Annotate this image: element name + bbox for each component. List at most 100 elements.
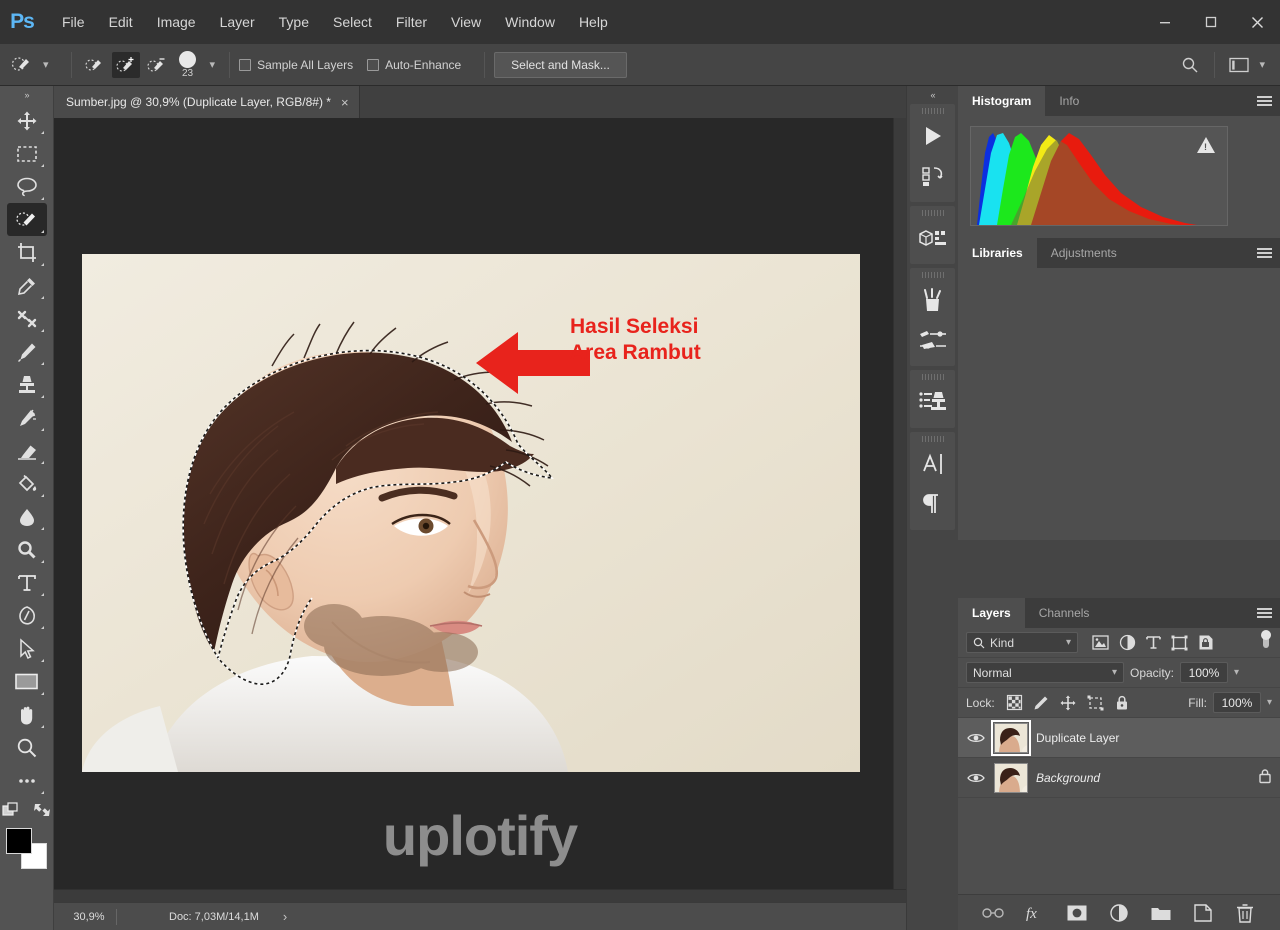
quick-selection-tool[interactable] xyxy=(6,203,47,236)
layer-visibility-toggle[interactable] xyxy=(966,772,986,784)
canvas-area[interactable]: Hasil Seleksi Area Rambut uplotify xyxy=(54,118,906,902)
color-swatches[interactable] xyxy=(5,827,49,871)
filter-adjustment-layers-icon[interactable] xyxy=(1119,634,1136,651)
menu-view[interactable]: View xyxy=(439,10,493,34)
lock-all-icon[interactable] xyxy=(1115,695,1129,711)
filter-smart-object-icon[interactable] xyxy=(1198,634,1214,651)
layer-style-fx-icon[interactable]: fx xyxy=(1024,902,1046,924)
chevron-down-icon[interactable]: ▾ xyxy=(1112,667,1117,678)
tab-adjustments[interactable]: Adjustments xyxy=(1036,238,1131,268)
layer-thumbnail[interactable] xyxy=(991,719,1031,756)
lasso-tool[interactable] xyxy=(7,170,47,203)
strip-collapse-icon[interactable]: « xyxy=(907,86,958,104)
new-adjustment-layer-icon[interactable] xyxy=(1108,902,1130,924)
link-layers-icon[interactable] xyxy=(982,902,1004,924)
delete-layer-icon[interactable] xyxy=(1234,902,1256,924)
panel-menu-icon[interactable] xyxy=(1257,238,1272,268)
tab-layers[interactable]: Layers xyxy=(958,598,1025,628)
histogram-graph[interactable] xyxy=(970,126,1228,226)
menu-edit[interactable]: Edit xyxy=(97,10,145,34)
brush-tool[interactable] xyxy=(7,335,47,368)
zoom-level-field[interactable]: 30,9% xyxy=(54,911,116,923)
workspace-switcher-icon[interactable] xyxy=(1224,51,1254,79)
filter-shape-layers-icon[interactable] xyxy=(1171,635,1188,651)
panel-menu-icon[interactable] xyxy=(1257,86,1272,116)
search-icon[interactable] xyxy=(1175,51,1205,79)
panel-menu-icon[interactable] xyxy=(1257,598,1272,628)
menu-help[interactable]: Help xyxy=(567,10,620,34)
panel-grip[interactable] xyxy=(921,210,944,216)
checkbox-box[interactable] xyxy=(239,58,252,71)
3d-panel-icon[interactable] xyxy=(911,218,955,258)
menu-filter[interactable]: Filter xyxy=(384,10,439,34)
document-tab[interactable]: Sumber.jpg @ 30,9% (Duplicate Layer, RGB… xyxy=(54,86,360,118)
auto-enhance-checkbox[interactable]: Auto-Enhance xyxy=(367,58,461,72)
blend-mode-select[interactable]: Normal ▾ xyxy=(966,662,1124,683)
layer-thumbnail[interactable] xyxy=(994,762,1028,793)
new-group-icon[interactable] xyxy=(1150,902,1172,924)
filter-pixel-layers-icon[interactable] xyxy=(1092,635,1109,650)
foreground-color-swatch[interactable] xyxy=(5,828,32,854)
checkbox-box[interactable] xyxy=(367,58,380,71)
brush-size-picker[interactable]: 23 xyxy=(171,50,205,79)
tab-libraries[interactable]: Libraries xyxy=(958,238,1037,268)
edit-toolbar-button[interactable] xyxy=(7,764,47,797)
opacity-value-field[interactable]: 100% xyxy=(1180,662,1229,683)
brush-presets-icon[interactable] xyxy=(911,280,955,320)
new-layer-icon[interactable] xyxy=(1192,902,1214,924)
table-row[interactable]: Duplicate Layer xyxy=(958,718,1280,758)
tab-channels[interactable]: Channels xyxy=(1024,598,1104,628)
tool-presets-icon[interactable] xyxy=(911,382,955,422)
cached-data-warning-icon[interactable] xyxy=(1197,137,1215,153)
rectangle-tool[interactable] xyxy=(7,665,47,698)
add-to-selection-mode[interactable] xyxy=(111,51,140,78)
maximize-icon[interactable] xyxy=(1188,0,1234,44)
libraries-panel-body[interactable] xyxy=(958,268,1280,540)
gradient-tool[interactable] xyxy=(7,467,47,500)
layer-visibility-toggle[interactable] xyxy=(966,732,986,744)
layer-filter-kind-select[interactable]: Kind ▾ xyxy=(966,632,1078,653)
pen-tool[interactable] xyxy=(7,599,47,632)
quick-mask-icon[interactable] xyxy=(1,801,22,819)
new-selection-mode[interactable] xyxy=(81,52,109,78)
blur-tool[interactable] xyxy=(7,500,47,533)
panel-grip[interactable] xyxy=(921,272,944,278)
sample-all-layers-checkbox[interactable]: Sample All Layers xyxy=(239,58,353,72)
crop-tool[interactable] xyxy=(7,236,47,269)
menu-layer[interactable]: Layer xyxy=(208,10,267,34)
close-icon[interactable]: × xyxy=(341,95,349,110)
panel-grip[interactable] xyxy=(921,436,944,442)
brush-picker-chevron-down-icon[interactable]: ▾ xyxy=(205,58,221,71)
tool-preset-picker[interactable]: ▾ xyxy=(10,54,62,76)
status-expand-icon[interactable]: › xyxy=(283,909,287,924)
panel-grip[interactable] xyxy=(921,374,944,380)
select-and-mask-button[interactable]: Select and Mask... xyxy=(494,51,627,78)
opacity-chevron-down-icon[interactable]: ▾ xyxy=(1234,667,1239,678)
chevron-down-icon[interactable]: ▾ xyxy=(1066,637,1071,648)
close-icon[interactable] xyxy=(1234,0,1280,44)
filter-toggle-switch[interactable] xyxy=(1260,630,1272,655)
table-row[interactable]: Background xyxy=(958,758,1280,798)
toolbar-expand-icon[interactable]: » xyxy=(0,86,54,104)
history-states-icon[interactable] xyxy=(911,156,955,196)
spot-healing-brush-tool[interactable] xyxy=(7,302,47,335)
clone-stamp-tool[interactable] xyxy=(7,368,47,401)
eraser-tool[interactable] xyxy=(7,434,47,467)
lock-artboard-nesting-icon[interactable] xyxy=(1087,695,1104,711)
dodge-tool[interactable] xyxy=(7,533,47,566)
workspace-chevron-down-icon[interactable]: ▾ xyxy=(1254,58,1270,71)
play-actions-icon[interactable] xyxy=(911,116,955,156)
path-selection-tool[interactable] xyxy=(7,632,47,665)
rectangular-marquee-tool[interactable] xyxy=(7,137,47,170)
character-panel-icon[interactable] xyxy=(911,444,955,484)
fill-chevron-down-icon[interactable]: ▾ xyxy=(1267,697,1272,708)
history-brush-tool[interactable] xyxy=(7,401,47,434)
menu-type[interactable]: Type xyxy=(267,10,321,34)
fill-value-field[interactable]: 100% xyxy=(1212,692,1261,713)
type-tool[interactable] xyxy=(7,566,47,599)
brush-settings-icon[interactable] xyxy=(911,320,955,360)
menu-image[interactable]: Image xyxy=(145,10,208,34)
lock-image-pixels-icon[interactable] xyxy=(1033,695,1049,711)
tab-histogram[interactable]: Histogram xyxy=(958,86,1046,116)
panel-grip[interactable] xyxy=(921,108,944,114)
